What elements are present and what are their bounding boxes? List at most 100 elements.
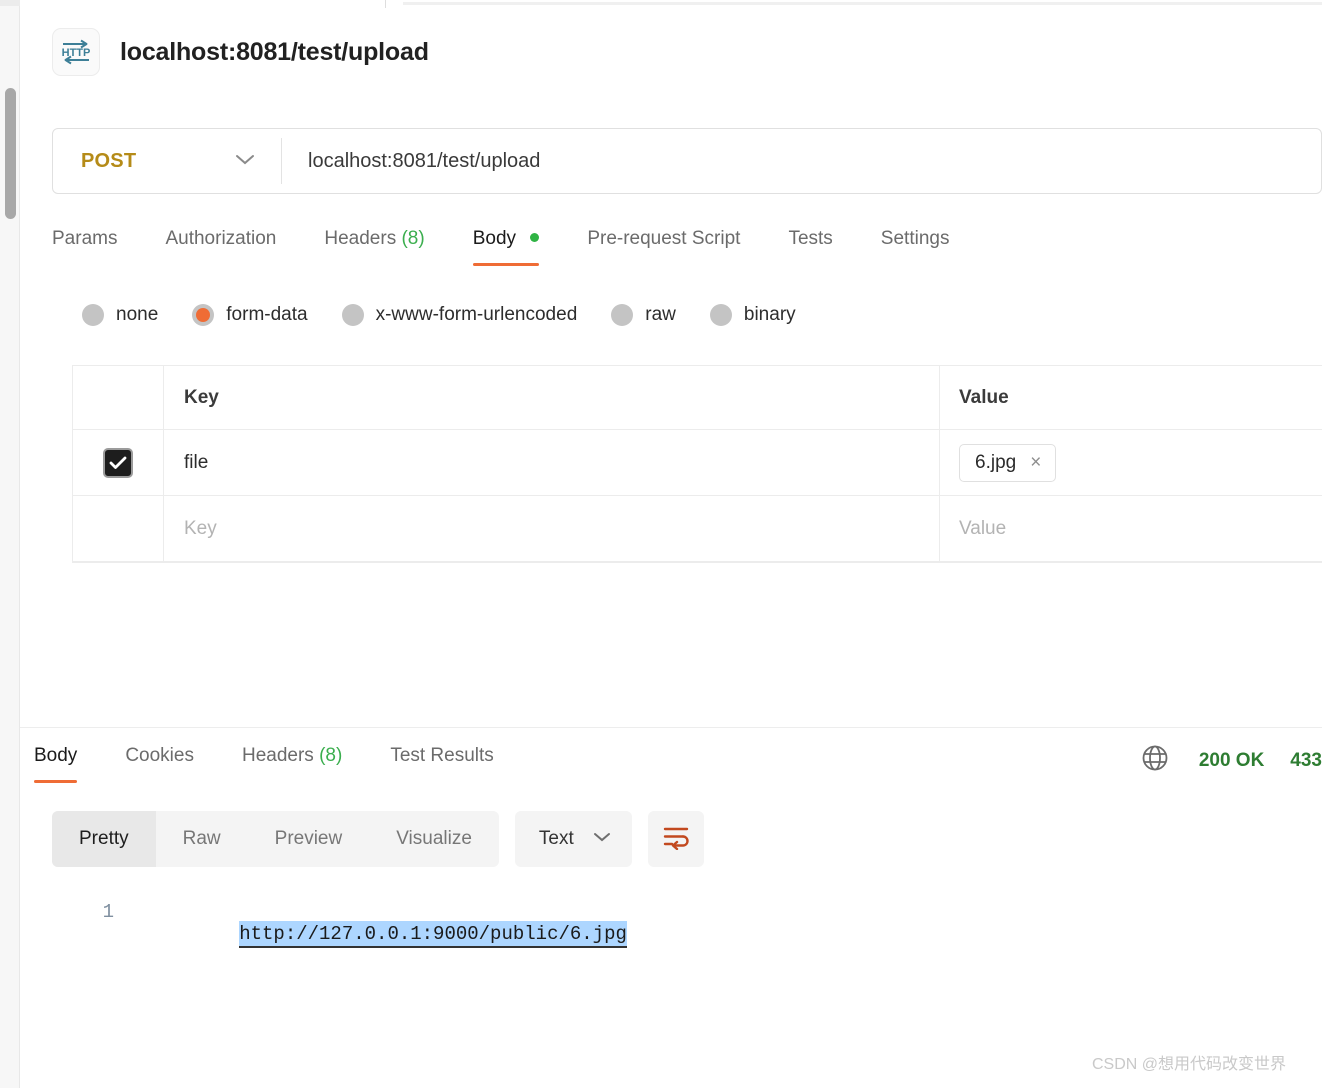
response-size: 433 [1290, 749, 1322, 771]
table-header-row: Key Value [73, 366, 1322, 430]
response-tabs: Body Cookies Headers (8) Test Results [34, 737, 542, 793]
request-tabs: Params Authorization Headers (8) Body Pr… [52, 220, 1322, 274]
url-input[interactable]: localhost:8081/test/upload [282, 150, 1321, 173]
row-key-placeholder: Key [184, 517, 217, 539]
tab-settings[interactable]: Settings [881, 220, 950, 270]
body-active-dot-icon [530, 233, 540, 242]
header-cell-key: Key [164, 366, 940, 429]
table-row: Key Value [73, 496, 1322, 562]
radio-raw-label: raw [645, 304, 676, 325]
line-number: 1 [102, 901, 114, 923]
radio-raw[interactable]: raw [611, 304, 676, 326]
tab-pre-request-script[interactable]: Pre-request Script [587, 220, 740, 270]
row-key-cell[interactable]: Key [164, 496, 940, 561]
radio-none-label: none [116, 304, 159, 325]
response-body-text: http://127.0.0.1:9000/public/6.jpg [239, 921, 627, 948]
row-key-value: file [184, 451, 209, 473]
radio-x-www-form-urlencoded-icon [341, 304, 364, 326]
tab-params-label: Params [52, 228, 118, 249]
radio-binary[interactable]: binary [709, 304, 796, 326]
response-tab-body[interactable]: Body [34, 737, 78, 787]
tab-body[interactable]: Body [472, 220, 540, 270]
format-tab-preview[interactable]: Preview [248, 811, 370, 867]
radio-none-icon [82, 304, 104, 326]
rail-top-cap [0, 0, 20, 6]
radio-form-data-icon [192, 304, 215, 326]
body-type-radio-group: none form-data x-www-form-urlencoded raw… [82, 304, 830, 326]
format-tab-visualize[interactable]: Visualize [369, 811, 499, 867]
response-format-toolbar: Pretty Raw Preview Visualize Text [52, 811, 704, 867]
chevron-down-icon [234, 152, 256, 171]
radio-raw-icon [611, 304, 634, 326]
tab-headers[interactable]: Headers (8) [324, 220, 424, 270]
svg-text:HTTP: HTTP [62, 47, 91, 59]
vertical-scrollbar-thumb[interactable] [5, 88, 16, 219]
tab-authorization-label: Authorization [165, 228, 277, 249]
format-segmented-control: Pretty Raw Preview Visualize [52, 811, 499, 867]
format-tab-raw[interactable]: Raw [156, 811, 248, 867]
format-tab-pretty[interactable]: Pretty [52, 811, 156, 867]
response-body-line[interactable]: http://127.0.0.1:9000/public/6.jpg [148, 901, 627, 967]
request-title: localhost:8081/test/upload [120, 37, 429, 66]
row-select-cell [73, 496, 164, 561]
globe-icon[interactable] [1140, 743, 1170, 778]
file-chip-name: 6.jpg [975, 451, 1017, 473]
url-bar: POST localhost:8081/test/upload [52, 128, 1322, 194]
postman-window: HTTP localhost:8081/test/upload POST loc… [0, 0, 1322, 1088]
request-pane: HTTP localhost:8081/test/upload POST loc… [20, 8, 1322, 728]
tab-params[interactable]: Params [52, 220, 117, 270]
tab-tests[interactable]: Tests [788, 220, 832, 270]
tab-settings-label: Settings [880, 228, 950, 249]
response-meta: 200 OK 433 [1140, 743, 1322, 778]
tab-strip-remnant [20, 0, 1322, 8]
radio-form-data-label: form-data [226, 304, 308, 325]
method-selector[interactable]: POST [53, 129, 281, 193]
http-protocol-icon: HTTP [52, 28, 100, 76]
tab-authorization[interactable]: Authorization [165, 220, 276, 270]
radio-x-www-form-urlencoded-label: x-www-form-urlencoded [375, 304, 578, 325]
header-value-label: Value [959, 386, 1009, 408]
word-wrap-button[interactable] [647, 811, 704, 867]
radio-none[interactable]: none [82, 304, 158, 326]
row-value-cell[interactable]: Value [940, 496, 1322, 561]
tab-strip-line [403, 2, 1322, 5]
row-select-cell [73, 430, 164, 495]
chevron-down-icon [592, 830, 612, 848]
response-tab-body-label: Body [34, 745, 78, 766]
tab-body-label: Body [472, 228, 517, 249]
response-tab-test-results[interactable]: Test Results [390, 737, 493, 787]
tab-tests-label: Tests [788, 228, 833, 249]
response-tab-headers-count: (8) [319, 745, 343, 766]
response-tab-headers[interactable]: Headers (8) [242, 737, 342, 787]
request-header: HTTP localhost:8081/test/upload [52, 28, 429, 76]
tab-headers-label: Headers [324, 228, 397, 249]
row-key-cell[interactable]: file [164, 430, 940, 495]
row-checkbox[interactable] [103, 447, 133, 478]
radio-form-data[interactable]: form-data [192, 304, 308, 326]
response-tab-test-results-label: Test Results [390, 745, 494, 766]
form-data-table: Key Value file 6.jpg × Key Value [72, 365, 1322, 563]
status-badge: 200 OK [1198, 749, 1265, 771]
response-tab-cookies-label: Cookies [125, 745, 194, 766]
language-selector-label: Text [538, 828, 574, 849]
table-row: file 6.jpg × [73, 430, 1322, 496]
format-tab-pretty-label: Pretty [79, 828, 129, 849]
response-tab-headers-label: Headers [241, 745, 314, 766]
tab-headers-count: (8) [401, 228, 425, 249]
watermark: CSDN @想用代码改变世界 [1091, 1056, 1286, 1073]
row-value-cell[interactable]: 6.jpg × [940, 430, 1322, 495]
format-tab-visualize-label: Visualize [396, 828, 472, 849]
close-icon[interactable]: × [1030, 453, 1041, 472]
language-selector[interactable]: Text [514, 811, 632, 867]
response-tab-cookies[interactable]: Cookies [125, 737, 194, 787]
radio-binary-icon [709, 304, 732, 326]
radio-x-www-form-urlencoded[interactable]: x-www-form-urlencoded [341, 304, 578, 326]
file-chip[interactable]: 6.jpg × [959, 443, 1057, 482]
row-value-placeholder: Value [959, 517, 1007, 539]
format-tab-preview-label: Preview [274, 828, 343, 849]
tab-strip-divider [385, 0, 386, 8]
header-key-label: Key [184, 386, 219, 408]
format-tab-raw-label: Raw [182, 828, 221, 849]
pane-splitter[interactable] [20, 722, 1322, 728]
word-wrap-icon [662, 824, 690, 855]
